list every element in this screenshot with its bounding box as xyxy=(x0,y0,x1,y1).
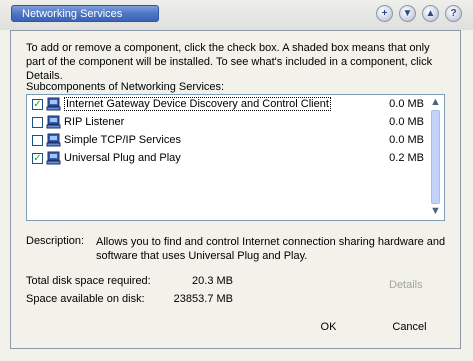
minimize-icon[interactable]: + xyxy=(376,5,393,22)
required-space-label: Total disk space required: xyxy=(26,275,151,287)
description-text: Allows you to find and control Internet … xyxy=(96,236,446,262)
checkbox[interactable]: ✓ xyxy=(32,153,43,164)
details-button[interactable]: Details xyxy=(389,279,423,291)
list-item[interactable]: RIP Listener 0.0 MB xyxy=(28,114,428,132)
list-item[interactable]: Simple TCP/IP Services 0.0 MB xyxy=(28,132,428,150)
description-label: Description: xyxy=(26,235,85,247)
required-space-value: 20.3 MB xyxy=(192,275,233,287)
network-component-icon xyxy=(46,115,61,129)
subcomponents-label: Subcomponents of Networking Services: xyxy=(26,81,225,93)
checkbox[interactable] xyxy=(32,135,43,146)
arrow-down-icon[interactable]: ▼ xyxy=(399,5,416,22)
component-size: 0.0 MB xyxy=(389,116,424,128)
component-name: RIP Listener xyxy=(64,116,125,128)
ok-button[interactable]: OK xyxy=(291,317,366,338)
network-component-icon xyxy=(46,97,61,111)
network-component-icon xyxy=(46,151,61,165)
window-title: Networking Services xyxy=(11,5,159,22)
arrow-up-icon[interactable]: ▲ xyxy=(422,5,439,22)
list-item[interactable]: ✓ Universal Plug and Play 0.2 MB xyxy=(28,150,428,168)
scroll-down-icon[interactable]: ▼ xyxy=(429,206,442,217)
component-name: Universal Plug and Play xyxy=(64,152,181,164)
available-space-label: Space available on disk: xyxy=(26,293,145,305)
component-name: Simple TCP/IP Services xyxy=(64,134,181,146)
components-list[interactable]: ✓ Internet Gateway Device Discovery and … xyxy=(26,94,445,221)
help-icon[interactable]: ? xyxy=(445,5,462,22)
component-size: 0.2 MB xyxy=(389,152,424,164)
intro-text: To add or remove a component, click the … xyxy=(26,42,433,82)
cancel-button[interactable]: Cancel xyxy=(372,317,447,338)
scroll-thumb[interactable] xyxy=(431,110,440,204)
component-size: 0.0 MB xyxy=(389,134,424,146)
list-item[interactable]: ✓ Internet Gateway Device Discovery and … xyxy=(28,96,428,114)
vertical-scrollbar[interactable]: ▲ ▼ xyxy=(427,95,444,220)
component-name: Internet Gateway Device Discovery and Co… xyxy=(64,97,331,111)
checkbox[interactable] xyxy=(32,117,43,128)
available-space-value: 23853.7 MB xyxy=(173,293,233,305)
network-component-icon xyxy=(46,133,61,147)
checkbox[interactable]: ✓ xyxy=(32,99,43,110)
component-size: 0.0 MB xyxy=(389,98,424,110)
title-bar: Networking Services + ▼ ▲ ? xyxy=(0,0,473,30)
scroll-up-icon[interactable]: ▲ xyxy=(429,97,442,108)
